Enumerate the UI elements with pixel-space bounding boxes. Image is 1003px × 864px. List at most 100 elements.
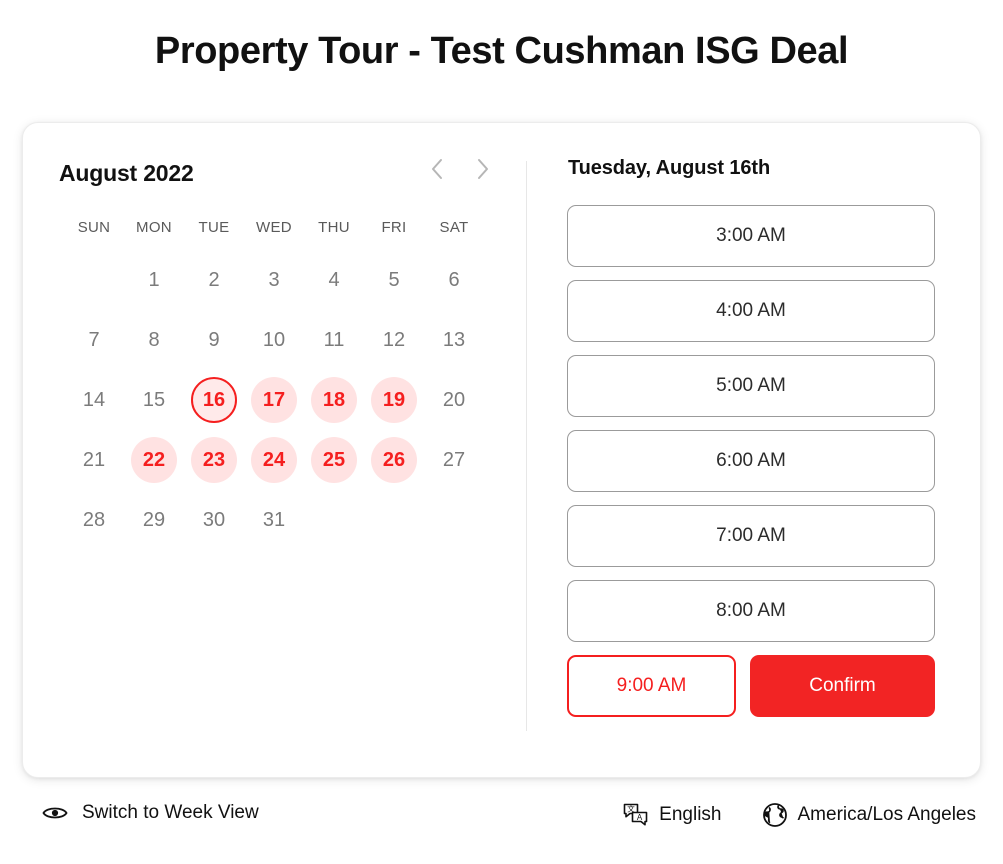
calendar-day-cell: 29 xyxy=(124,490,184,550)
time-slot-4-00-am[interactable]: 4:00 AM xyxy=(567,280,935,342)
calendar-day-23[interactable]: 23 xyxy=(191,437,237,483)
calendar-day-blank xyxy=(64,250,124,310)
time-slot-3-00-am[interactable]: 3:00 AM xyxy=(567,205,935,267)
calendar-day-10: 10 xyxy=(262,328,286,351)
chevron-left-icon xyxy=(430,158,444,180)
translate-icon: 文 A xyxy=(623,802,649,828)
card-divider xyxy=(526,161,527,731)
calendar-day-cell: 30 xyxy=(184,490,244,550)
calendar-day-cell: 9 xyxy=(184,310,244,370)
footer: Switch to Week View 文 A English America/… xyxy=(0,798,1003,842)
calendar-day-8: 8 xyxy=(148,328,160,351)
footer-settings: 文 A English America/Los Angeles xyxy=(623,802,976,828)
calendar-day-26[interactable]: 26 xyxy=(371,437,417,483)
time-slot-8-00-am[interactable]: 8:00 AM xyxy=(567,580,935,642)
calendar-day-17[interactable]: 17 xyxy=(251,377,297,423)
calendar-day-cell: 31 xyxy=(244,490,304,550)
eye-icon xyxy=(42,804,68,822)
weekday-label-wed: WED xyxy=(256,219,292,236)
calendar-day-19[interactable]: 19 xyxy=(371,377,417,423)
calendar-day-1: 1 xyxy=(148,268,160,291)
calendar-day-3: 3 xyxy=(268,268,280,291)
calendar-day-22[interactable]: 22 xyxy=(131,437,177,483)
calendar-day-cell: 25 xyxy=(304,430,364,490)
calendar-day-cell: 1 xyxy=(124,250,184,310)
calendar-day-cell: 16 xyxy=(184,370,244,430)
confirm-button[interactable]: Confirm xyxy=(750,655,935,717)
calendar-day-9: 9 xyxy=(208,328,220,351)
calendar-day-cell: 21 xyxy=(64,430,124,490)
timezone-selector[interactable]: America/Los Angeles xyxy=(762,802,977,828)
calendar-day-cell: 10 xyxy=(244,310,304,370)
calendar-day-cell: 8 xyxy=(124,310,184,370)
language-label: English xyxy=(659,804,722,825)
calendar-day-13: 13 xyxy=(442,328,466,351)
weekday-label-tue: TUE xyxy=(198,219,230,236)
next-month-button[interactable] xyxy=(471,153,495,185)
calendar-day-cell: 7 xyxy=(64,310,124,370)
calendar-day-20: 20 xyxy=(442,388,466,411)
calendar-day-4: 4 xyxy=(328,268,340,291)
calendar-day-cell: 22 xyxy=(124,430,184,490)
calendar-day-15: 15 xyxy=(142,388,166,411)
time-slot-7-00-am[interactable]: 7:00 AM xyxy=(567,505,935,567)
time-slot-5-00-am[interactable]: 5:00 AM xyxy=(567,355,935,417)
calendar-weekday-row: SUN MON TUE WED THU FRI SAT xyxy=(64,219,499,236)
selected-date-heading: Tuesday, August 16th xyxy=(568,157,771,179)
weekday-label-mon: MON xyxy=(136,219,172,236)
calendar-day-cell: 26 xyxy=(364,430,424,490)
calendar-day-cell: 19 xyxy=(364,370,424,430)
switch-week-view-label: Switch to Week View xyxy=(82,802,259,823)
calendar-day-21: 21 xyxy=(82,448,106,471)
calendar-day-18[interactable]: 18 xyxy=(311,377,357,423)
page-title: Property Tour - Test Cushman ISG Deal xyxy=(154,30,849,72)
calendar-header: August 2022 xyxy=(59,151,499,195)
calendar-day-6: 6 xyxy=(448,268,460,291)
calendar: August 2022 SUN MON TUE WED THU FRI SAT … xyxy=(59,151,499,550)
calendar-day-cell: 4 xyxy=(304,250,364,310)
calendar-day-12: 12 xyxy=(382,328,406,351)
calendar-day-cell: 14 xyxy=(64,370,124,430)
weekday-label-fri: FRI xyxy=(381,219,407,236)
weekday-label-sun: SUN xyxy=(77,219,111,236)
calendar-day-cell: 17 xyxy=(244,370,304,430)
calendar-day-16[interactable]: 16 xyxy=(191,377,237,423)
calendar-day-cell: 11 xyxy=(304,310,364,370)
globe-icon xyxy=(762,802,788,828)
switch-week-view-button[interactable]: Switch to Week View xyxy=(42,802,259,824)
calendar-day-24[interactable]: 24 xyxy=(251,437,297,483)
calendar-day-cell: 18 xyxy=(304,370,364,430)
calendar-day-25[interactable]: 25 xyxy=(311,437,357,483)
calendar-day-cell: 15 xyxy=(124,370,184,430)
calendar-day-cell: 28 xyxy=(64,490,124,550)
weekday-label-sat: SAT xyxy=(439,219,469,236)
calendar-day-28: 28 xyxy=(82,508,106,531)
calendar-day-11: 11 xyxy=(323,328,345,351)
calendar-day-cell: 6 xyxy=(424,250,484,310)
time-slots-panel: Tuesday, August 16th 3:00 AM 4:00 AM 5:00 … xyxy=(567,157,959,717)
time-slot-6-00-am[interactable]: 6:00 AM xyxy=(567,430,935,492)
calendar-day-cell: 13 xyxy=(424,310,484,370)
calendar-day-29: 29 xyxy=(142,508,166,531)
calendar-day-14: 14 xyxy=(82,388,106,411)
time-slot-list: 3:00 AM 4:00 AM 5:00 AM 6:00 AM 7:00 AM 8:00 … xyxy=(567,205,959,717)
prev-month-button[interactable] xyxy=(425,153,449,185)
calendar-day-cell: 2 xyxy=(184,250,244,310)
weekday-label-thu: THU xyxy=(318,219,350,236)
svg-text:A: A xyxy=(637,813,643,822)
calendar-day-7: 7 xyxy=(88,328,100,351)
time-slot-9-00-am[interactable]: 9:00 AM xyxy=(567,655,736,717)
language-selector[interactable]: 文 A English xyxy=(623,802,722,828)
calendar-day-5: 5 xyxy=(388,268,400,291)
calendar-day-2: 2 xyxy=(208,268,220,291)
timezone-label: America/Los Angeles xyxy=(797,804,977,825)
selected-slot-row: 9:00 AM Confirm xyxy=(567,655,959,717)
calendar-day-31: 31 xyxy=(262,508,286,531)
calendar-nav xyxy=(425,153,495,185)
calendar-day-cell: 20 xyxy=(424,370,484,430)
calendar-day-cell: 24 xyxy=(244,430,304,490)
calendar-day-cell: 27 xyxy=(424,430,484,490)
chevron-right-icon xyxy=(476,158,490,180)
calendar-day-30: 30 xyxy=(202,508,226,531)
scheduler-card: August 2022 SUN MON TUE WED THU FRI SAT … xyxy=(22,122,981,778)
